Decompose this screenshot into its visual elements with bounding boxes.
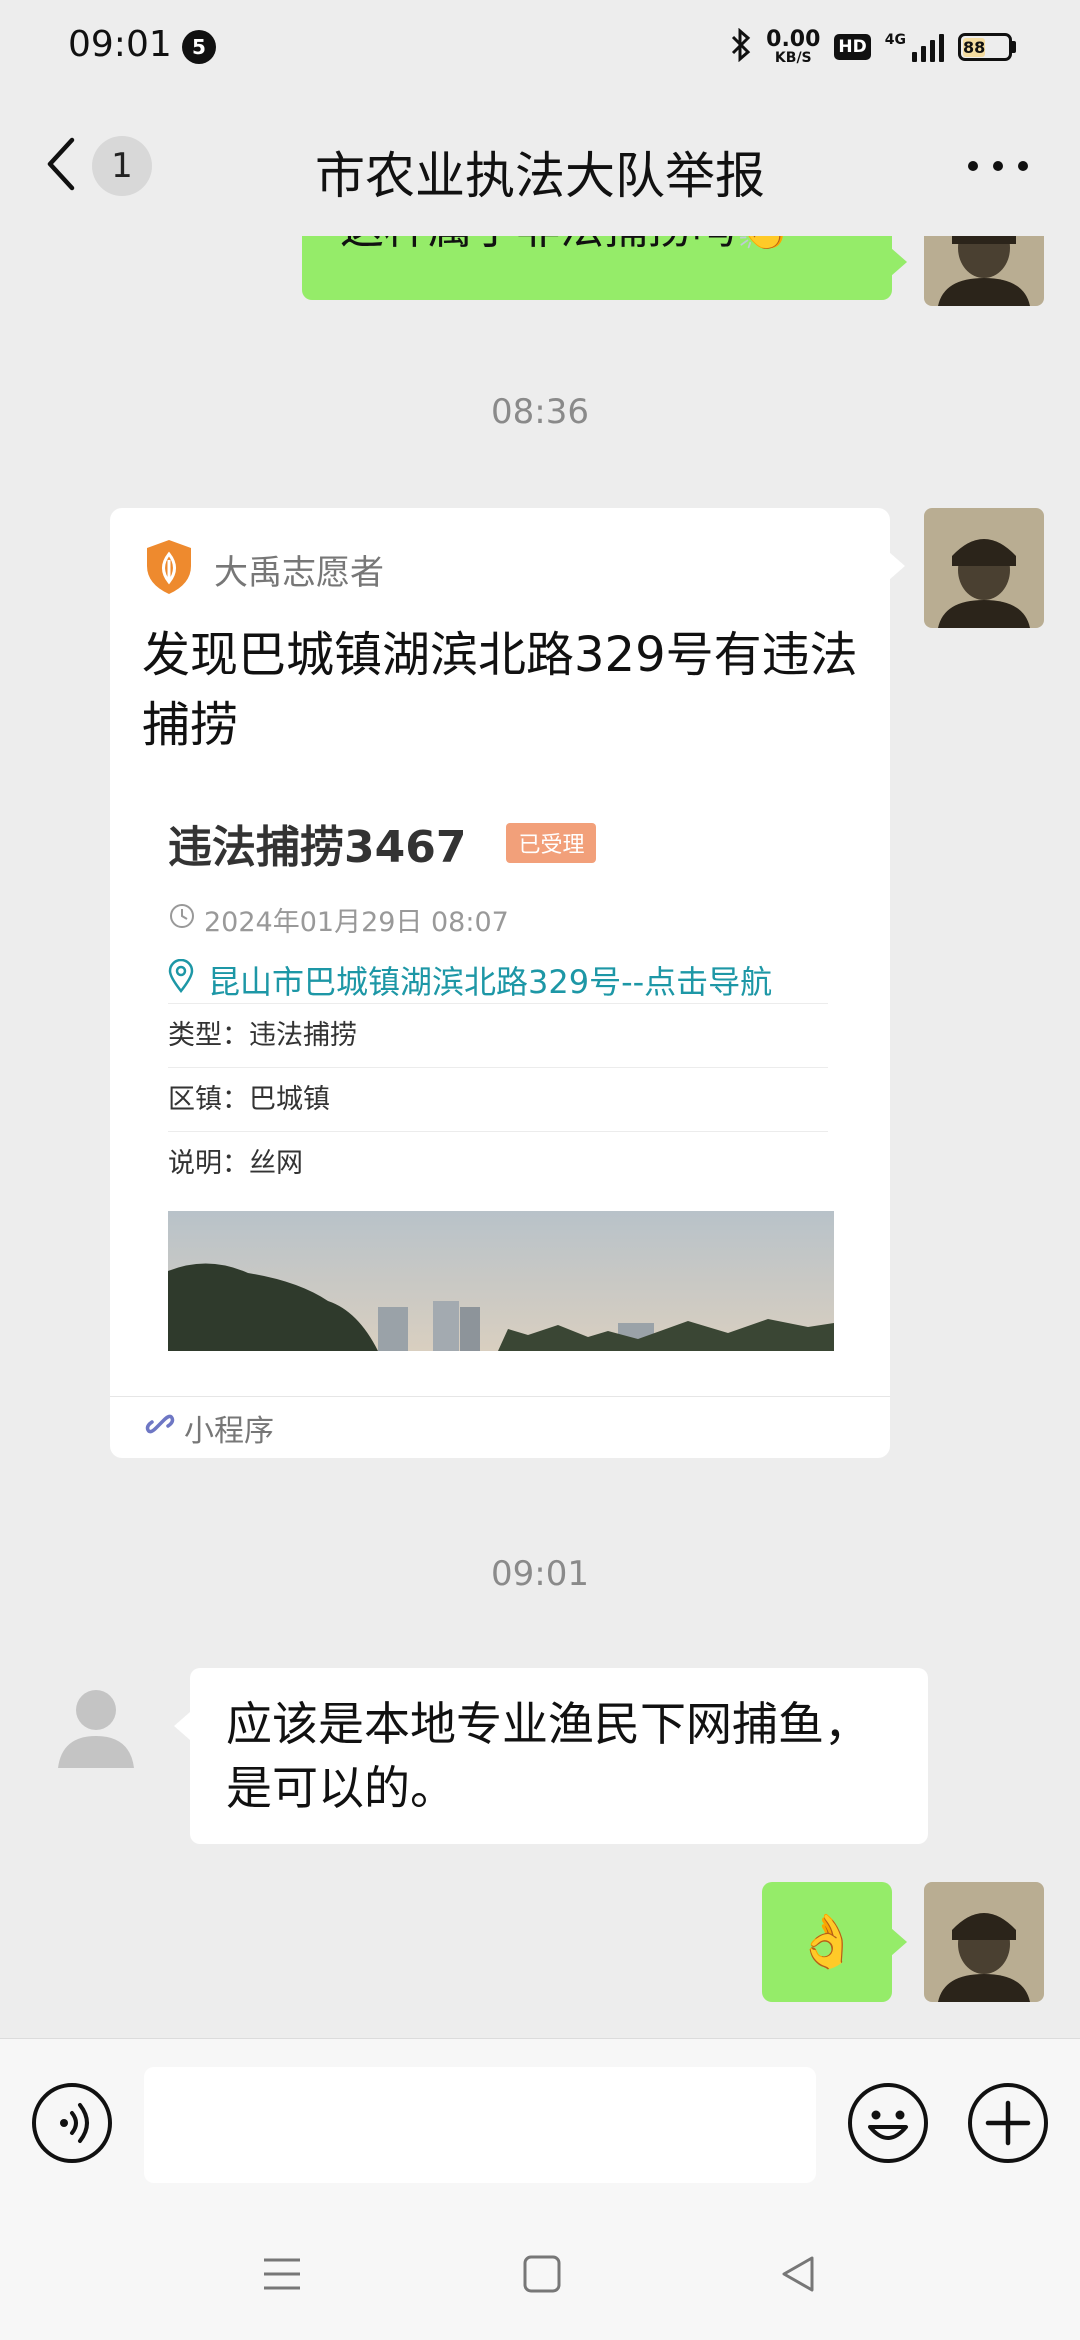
notification-count-badge: 5 — [182, 30, 216, 64]
voice-input-button[interactable] — [32, 2083, 112, 2163]
signal-icon: 4G — [885, 32, 944, 62]
card-title: 发现巴城镇湖滨北路329号有违法捕捞 — [142, 627, 858, 753]
bubble-tail — [889, 552, 905, 580]
report-photo[interactable] — [168, 1211, 834, 1351]
navigate-address-link[interactable]: 昆山市巴城镇湖滨北路329号--点击导航 — [168, 957, 828, 1003]
chat-header: 1 市农业执法大队举报 — [0, 96, 1080, 236]
bubble-tail — [891, 248, 907, 276]
my-avatar[interactable] — [924, 1882, 1044, 2002]
link-icon — [144, 1408, 176, 1448]
sent-message-bubble[interactable]: 这种属于非法捕捞吗👏 — [302, 236, 892, 300]
detail-row-description: 说明：丝网 — [168, 1131, 828, 1195]
back-nav-button[interactable] — [778, 2254, 818, 2298]
more-dot-icon — [968, 161, 978, 171]
report-details: 违法捕捞3467 已受理 2024年01月29日 08:07 昆山市巴城镇湖滨北… — [168, 808, 834, 1351]
report-datetime: 2024年01月29日 08:07 — [168, 900, 828, 939]
menu-nav-button[interactable] — [262, 2254, 302, 2298]
battery-level: 88 — [963, 38, 986, 57]
page-title: 市农业执法大队举报 — [315, 147, 765, 205]
bubble-tail — [174, 1712, 190, 1740]
system-navigation-bar — [0, 2208, 1080, 2340]
chat-message-list[interactable]: 这种属于非法捕捞吗👏 08:36 大禹志愿者 发现巴城镇湖滨北路329号有违法捕… — [0, 236, 1080, 2038]
network-speed: 0.00 KB/S — [766, 27, 821, 66]
emoji-button[interactable] — [848, 2083, 928, 2163]
bubble-tail — [891, 1928, 907, 1956]
report-title: 违法捕捞3467 — [168, 822, 467, 873]
battery-icon: 88 — [958, 33, 1016, 61]
home-square-icon — [523, 2255, 561, 2293]
status-bar: 09:01 5 0.00 KB/S HD 4G 88 — [0, 0, 1080, 96]
message-timestamp: 09:01 — [491, 1554, 589, 1594]
more-dot-icon — [1018, 161, 1028, 171]
detail-row-type: 类型：违法捕捞 — [168, 1003, 828, 1067]
emoji-ok-hand: 👌 — [794, 1912, 860, 1972]
smiley-icon — [868, 2110, 908, 2140]
location-pin-icon — [168, 958, 194, 1001]
card-source: 大禹志愿者 — [144, 538, 384, 600]
mini-program-card[interactable]: 大禹志愿者 发现巴城镇湖滨北路329号有违法捕捞 违法捕捞3467 已受理 20… — [110, 508, 890, 1458]
message-text: 这种属于非法捕捞吗👏 — [340, 236, 791, 256]
detail-row-district: 区镇：巴城镇 — [168, 1067, 828, 1131]
more-dot-icon — [993, 161, 1003, 171]
voice-icon — [60, 2103, 89, 2143]
message-input-bar — [0, 2038, 1080, 2208]
status-icons: 0.00 KB/S HD 4G 88 — [730, 22, 1016, 72]
mini-program-label: 小程序 — [110, 1396, 890, 1458]
more-functions-button[interactable] — [968, 2083, 1048, 2163]
source-name: 大禹志愿者 — [214, 552, 384, 593]
home-nav-button[interactable] — [522, 2254, 562, 2298]
status-time: 09:01 — [68, 24, 172, 65]
my-avatar[interactable] — [924, 236, 1044, 306]
my-avatar[interactable] — [924, 508, 1044, 628]
hd-icon: HD — [834, 34, 871, 60]
more-options-button[interactable] — [968, 144, 1028, 188]
received-message-bubble[interactable]: 应该是本地专业渔民下网捕鱼，是可以的。 — [190, 1668, 928, 1844]
shield-leaf-icon — [144, 538, 194, 600]
contact-avatar[interactable] — [36, 1668, 156, 1788]
message-timestamp: 08:36 — [491, 392, 589, 432]
menu-icon — [264, 2258, 300, 2290]
plus-icon — [985, 2100, 1031, 2146]
message-input[interactable] — [144, 2067, 816, 2183]
message-text: 应该是本地专业渔民下网捕鱼，是可以的。 — [226, 1697, 870, 1815]
clock-icon — [168, 902, 196, 937]
sent-message-bubble[interactable]: 👌 — [762, 1882, 892, 2002]
bluetooth-icon — [730, 27, 752, 66]
status-badge: 已受理 — [506, 823, 597, 863]
back-triangle-icon — [782, 2256, 814, 2292]
